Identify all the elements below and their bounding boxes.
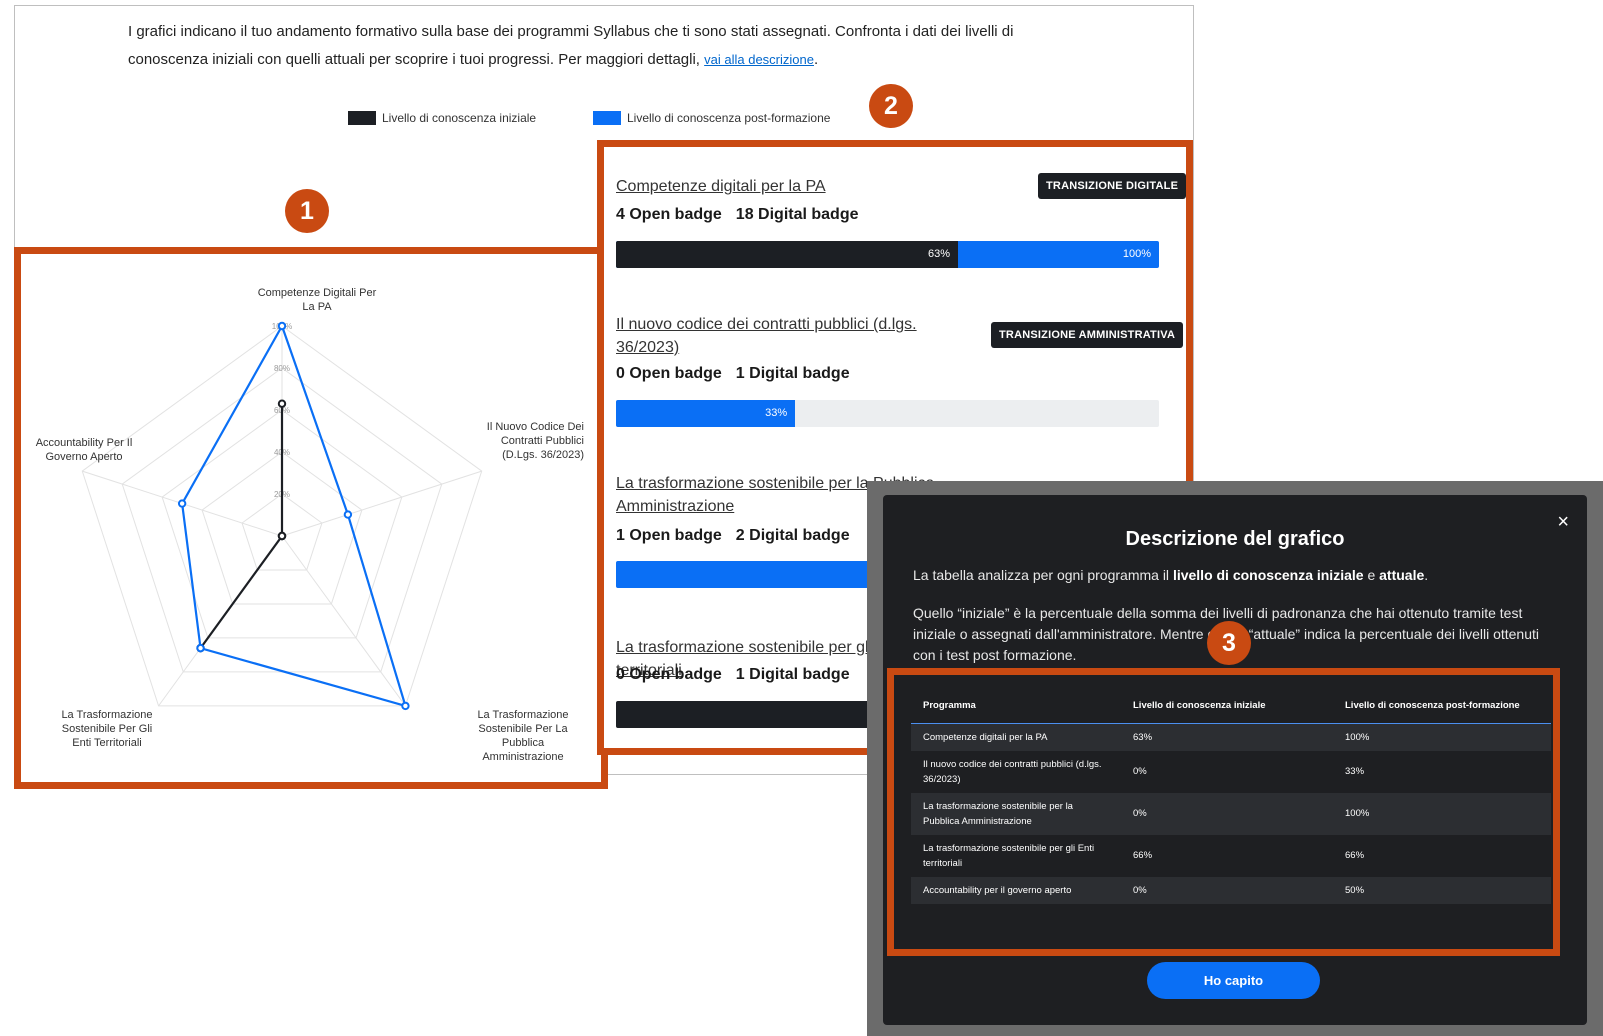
modal-paragraph-1: La tabella analizza per ogni programma i… <box>913 567 1429 583</box>
modal-text: e <box>1367 567 1376 583</box>
modal-emphasis: attuale <box>1379 567 1425 583</box>
axis-label-3: La Trasformazione Sostenibile Per Gli En… <box>61 709 153 749</box>
radar-series-line <box>181 323 408 708</box>
table-header: Livello di conoscenza iniziale <box>1121 689 1333 724</box>
table-row: Accountability per il governo aperto 0% … <box>911 876 1551 904</box>
table-cell: 0% <box>1121 876 1333 904</box>
table-cell: 33% <box>1345 766 1365 777</box>
table-cell: La trasformazione sostenibile per la Pub… <box>911 792 1121 835</box>
program-title-0[interactable]: Competenze digitali per la PA <box>616 175 956 198</box>
open-badge-count: 1 Open badge <box>616 527 722 544</box>
digital-badge-count: 18 Digital badge <box>735 206 859 223</box>
radar-spoke <box>281 470 482 537</box>
table-cell: La trasformazione sostenibile per gli En… <box>923 842 1095 869</box>
axis-label-0: Competenze Digitali Per La PA <box>257 287 377 313</box>
description-table: Programma Livello di conoscenza iniziale… <box>911 689 1551 904</box>
radar-point <box>196 643 205 653</box>
table-cell: 100% <box>1333 723 1551 751</box>
radar-point <box>277 531 287 541</box>
digital-badge-count: 1 Digital badge <box>735 666 850 683</box>
bar-post: 33% <box>616 400 796 427</box>
table-row: Il nuovo codice dei contratti pubblici (… <box>911 751 1551 793</box>
table-cell: 66% <box>1133 850 1153 861</box>
table-cell: 50% <box>1333 876 1551 904</box>
program-title-1[interactable]: Il nuovo codice dei contratti pubblici (… <box>616 313 956 359</box>
radar-point <box>277 321 287 331</box>
close-icon[interactable]: × <box>1557 511 1569 534</box>
open-badge-count: 4 Open badge <box>616 206 722 223</box>
modal-text: La tabella analizza per ogni programma i… <box>913 567 1170 583</box>
bar-initial: 63% <box>616 241 959 268</box>
table-cell: 63% <box>1121 723 1333 751</box>
program-badges-3: 0 Open badge 1 Digital badge <box>616 666 864 684</box>
table-row: La trasformazione sostenibile per gli En… <box>911 835 1551 877</box>
annotation-badge-2: 2 <box>869 84 913 128</box>
ok-button[interactable]: Ho capito <box>1147 962 1320 999</box>
table-cell: 0% <box>1121 792 1333 835</box>
radar-point <box>401 701 410 711</box>
open-badge-count: 0 Open badge <box>616 666 722 683</box>
program-tag-1: TRANSIZIONE AMMINISTRATIVA <box>991 322 1184 348</box>
radar-series-line <box>199 403 284 649</box>
radar-spoke <box>281 535 406 707</box>
axis-label-4: Accountability Per Il Governo Aperto <box>35 437 133 463</box>
table-cell: Competenze digitali per la PA <box>911 723 1121 751</box>
digital-badge-count: 2 Digital badge <box>735 527 850 544</box>
table-cell: 100% <box>1333 792 1551 835</box>
radar-point <box>343 510 353 519</box>
modal-emphasis: livello di conoscenza iniziale <box>1172 567 1364 583</box>
table-cell: 66% <box>1345 850 1365 861</box>
annotation-badge-1: 1 <box>285 189 329 233</box>
radar-tick-label: 80% <box>274 364 290 373</box>
progress-bar-1: 33% <box>616 400 1159 427</box>
table-row: Competenze digitali per la PA 63% 100% <box>911 723 1551 751</box>
table-cell: Il nuovo codice dei contratti pubblici (… <box>923 758 1102 785</box>
modal-title: Descrizione del grafico <box>1125 528 1345 550</box>
program-badges-2: 1 Open badge 2 Digital badge <box>616 527 864 545</box>
digital-badge-count: 1 Digital badge <box>735 365 850 382</box>
table-cell: Accountability per il governo aperto <box>911 876 1121 904</box>
table-header: Livello di conoscenza post-formazione <box>1333 689 1551 724</box>
axis-label-2: La Trasformazione Sostenibile Per La Pub… <box>477 709 569 763</box>
table-cell: 0% <box>1133 766 1147 777</box>
program-badges-1: 0 Open badge 1 Digital badge <box>616 365 864 383</box>
radar-point <box>277 399 287 408</box>
open-badge-count: 0 Open badge <box>616 365 722 382</box>
program-badges-0: 4 Open badge 18 Digital badge <box>616 206 873 224</box>
annotation-badge-3: 3 <box>1207 621 1251 665</box>
table-row: La trasformazione sostenibile per la Pub… <box>911 792 1551 835</box>
radar-point <box>177 499 187 508</box>
progress-bar-0: 100% 63% <box>616 241 1159 268</box>
table-header: Programma <box>911 689 1121 724</box>
axis-label-1: Il Nuovo Codice Dei Contratti Pubblici (… <box>486 421 584 461</box>
program-tag-0: TRANSIZIONE DIGITALE <box>1038 173 1187 199</box>
table-header-row: Programma Livello di conoscenza iniziale… <box>911 689 1551 724</box>
